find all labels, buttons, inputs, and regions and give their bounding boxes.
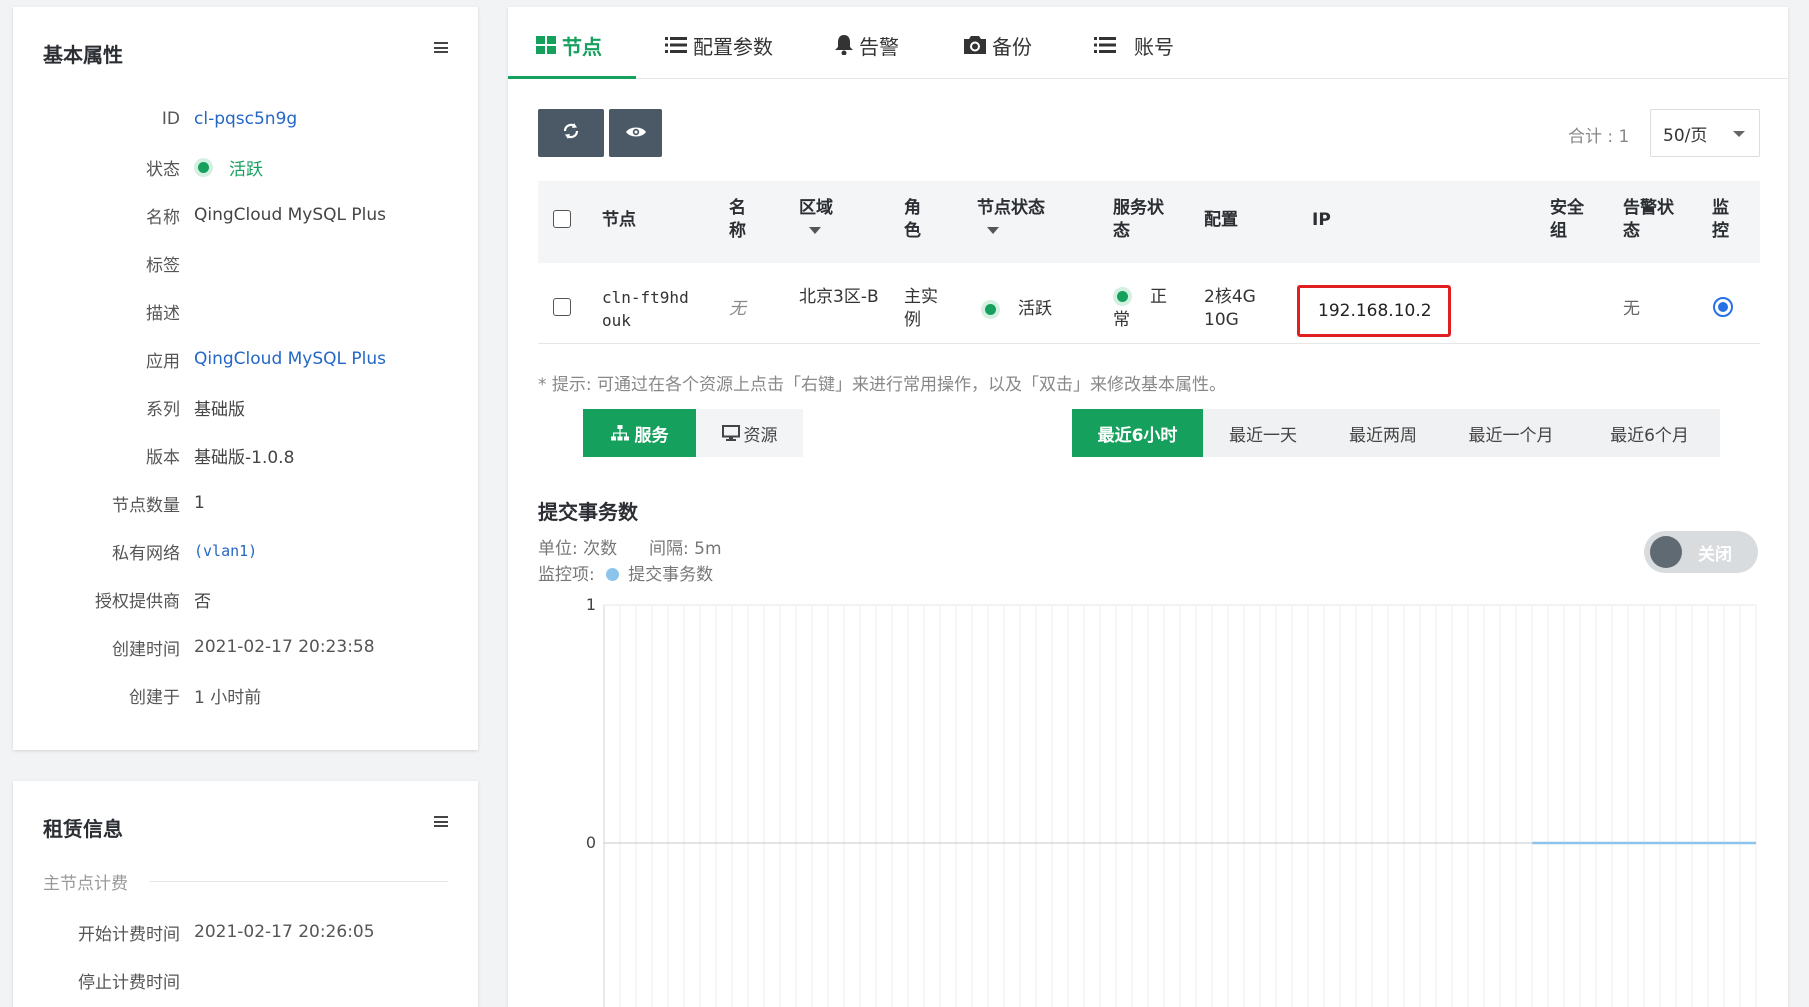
- menu-icon[interactable]: [434, 42, 448, 53]
- prop-label: 版本: [146, 447, 180, 468]
- cluster-id-link[interactable]: cl-pqsc5n9g: [194, 109, 297, 129]
- license-value: 否: [194, 591, 211, 612]
- prop-label: 开始计费时间: [78, 924, 180, 945]
- prop-created-ago: 创建于 1 小时前: [13, 680, 478, 710]
- menu-icon[interactable]: [434, 816, 448, 827]
- prop-billing-start: 开始计费时间 2021-02-17 20:26:05: [13, 917, 478, 947]
- name-value: QingCloud MySQL Plus: [194, 205, 387, 225]
- lease-info-panel: 租赁信息 主节点计费 开始计费时间 2021-02-17 20:26:05 停止…: [13, 781, 478, 1007]
- vpc-link[interactable]: (vlan1): [194, 542, 257, 560]
- prop-created-time: 创建时间 2021-02-17 20:23:58: [13, 632, 478, 662]
- prop-label: 授权提供商: [95, 591, 180, 612]
- billing-section-label: 主节点计费: [43, 874, 128, 894]
- prop-label: 名称: [146, 207, 180, 228]
- prop-label: 系列: [146, 399, 180, 420]
- prop-label: 创建于: [129, 687, 180, 708]
- prop-label: 标签: [146, 255, 180, 276]
- prop-description: 描述: [13, 296, 478, 326]
- prop-label: 创建时间: [112, 639, 180, 660]
- node-count-value: 1: [194, 493, 205, 513]
- prop-status: 状态 活跃: [13, 152, 478, 182]
- app-link[interactable]: QingCloud MySQL Plus: [194, 349, 386, 369]
- divider: [150, 881, 448, 882]
- version-value: 基础版-1.0.8: [194, 447, 295, 468]
- prop-label: 应用: [146, 351, 180, 372]
- basic-properties-panel: 基本属性 ID cl-pqsc5n9g 状态 活跃 名称 QingCloud M…: [13, 7, 478, 750]
- prop-tags: 标签: [13, 248, 478, 278]
- prop-license: 授权提供商 否: [13, 584, 478, 614]
- prop-version: 版本 基础版-1.0.8: [13, 440, 478, 470]
- created-ago-value: 1 小时前: [194, 687, 262, 708]
- status-value: 活跃: [194, 155, 263, 180]
- prop-vpc: 私有网络 (vlan1): [13, 536, 478, 566]
- basic-properties-title: 基本属性: [43, 43, 123, 67]
- prop-label: ID: [161, 109, 180, 129]
- prop-label: 节点数量: [112, 495, 180, 516]
- prop-label: 描述: [146, 303, 180, 324]
- prop-billing-stop: 停止计费时间: [13, 965, 478, 995]
- lease-info-title: 租赁信息: [43, 817, 123, 841]
- prop-node-count: 节点数量 1: [13, 488, 478, 518]
- prop-label: 私有网络: [112, 543, 180, 564]
- chart-plot: [603, 604, 1757, 1007]
- main-panel: 节点 配置参数 告警 备份 账号 合计: 1 50/页 节点 名称 区域 角色…: [508, 7, 1788, 1007]
- prop-name: 名称 QingCloud MySQL Plus: [13, 200, 478, 230]
- billing-start-value: 2021-02-17 20:26:05: [194, 922, 375, 942]
- billing-section-header: 主节点计费: [43, 869, 448, 894]
- status-dot-icon: [198, 161, 209, 173]
- created-time-value: 2021-02-17 20:23:58: [194, 637, 375, 657]
- status-text: 活跃: [229, 159, 263, 180]
- prop-label: 状态: [146, 159, 180, 180]
- prop-id: ID cl-pqsc5n9g: [13, 104, 478, 134]
- series-value: 基础版: [194, 399, 245, 420]
- prop-label: 停止计费时间: [78, 972, 180, 993]
- prop-app: 应用 QingCloud MySQL Plus: [13, 344, 478, 374]
- prop-series: 系列 基础版: [13, 392, 478, 422]
